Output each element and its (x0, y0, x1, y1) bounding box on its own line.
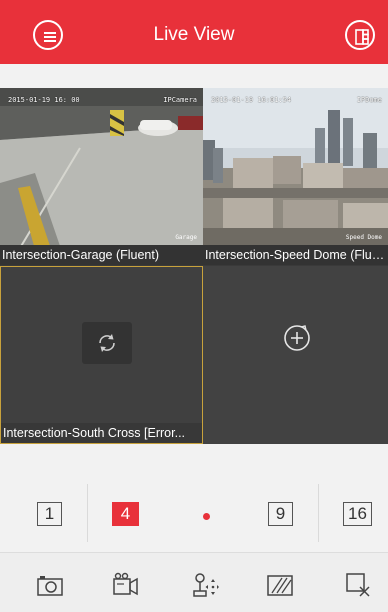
video-grid: 2015-01-19 16: 00 IPCamera Garage Inters… (0, 88, 388, 444)
osd-camera-name: IPCamera (163, 96, 197, 104)
image-quality-button[interactable] (266, 571, 294, 599)
window-layout-icon (355, 29, 369, 45)
refresh-icon (99, 334, 115, 352)
osd-overlay-text: Speed Dome (345, 234, 382, 241)
video-window-4[interactable] (203, 266, 388, 444)
window-layout-button[interactable] (345, 20, 375, 50)
video-record-icon (113, 572, 138, 596)
video-window-1[interactable]: 2015-01-19 16: 00 IPCamera Garage Inters… (0, 88, 203, 265)
add-camera-icon[interactable] (283, 324, 311, 352)
osd-timestamp: 2015-01-19 16: 00 (8, 96, 80, 104)
split-9-button[interactable]: 9 (268, 502, 293, 526)
page-title: Live View (153, 24, 235, 45)
osd-timestamp: 2015-01-19 16:01:54 (211, 96, 292, 104)
split-1-button[interactable]: 1 (37, 502, 62, 526)
camera-label: Intersection-Garage (Fluent) (0, 245, 203, 265)
divider (87, 484, 88, 542)
speed-dome-camera-feed (203, 88, 388, 246)
record-button[interactable] (111, 571, 139, 599)
stop-all-button[interactable] (344, 571, 372, 599)
image-quality-icon (267, 575, 293, 596)
osd-camera-name: IPDome (356, 96, 382, 104)
app-header: Live View (0, 0, 388, 64)
video-window-2[interactable]: 2015-01-19 16:01:54 IPDome Speed Dome In… (203, 88, 388, 265)
camera-icon (37, 576, 63, 596)
refresh-button[interactable] (82, 322, 132, 364)
bottom-toolbar (0, 552, 388, 612)
live-view-screen: Live View 2015-01-19 16: 00 IPCamera Gar… (0, 0, 388, 612)
page-indicator-dot (203, 513, 210, 520)
close-window-icon (346, 573, 370, 597)
split-16-button[interactable]: 16 (343, 502, 372, 526)
camera-label: Intersection-South Cross [Error... (1, 423, 202, 443)
garage-camera-feed (0, 88, 203, 246)
camera-label: Intersection-Speed Dome (Flue... (203, 245, 388, 265)
split-4-button[interactable]: 4 (112, 502, 139, 526)
ptz-joystick-icon (193, 573, 219, 597)
video-window-3[interactable]: Intersection-South Cross [Error... (0, 266, 203, 444)
divider (318, 484, 319, 542)
osd-overlay-text: Garage (175, 234, 197, 241)
capture-button[interactable] (36, 571, 64, 599)
window-split-selector: 1 4 9 16 (0, 482, 388, 550)
ptz-button[interactable] (191, 571, 219, 599)
